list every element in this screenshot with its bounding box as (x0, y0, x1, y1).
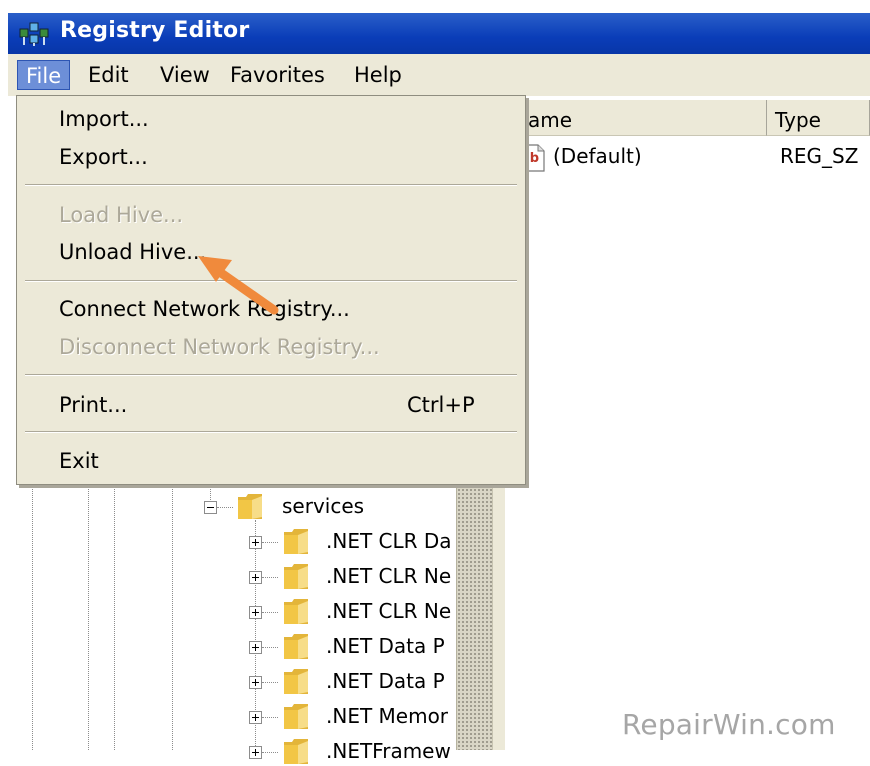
column-header-name[interactable]: Name (505, 100, 767, 136)
menu-item-import[interactable]: Import... (59, 104, 149, 134)
folder-icon (284, 739, 308, 764)
expand-plus-icon[interactable] (249, 711, 262, 724)
tree-item-label[interactable]: .NET Data P (326, 669, 445, 693)
menu-edit[interactable]: Edit (80, 60, 137, 90)
expand-plus-icon[interactable] (249, 676, 262, 689)
tree-guide-line (88, 480, 89, 750)
menu-item-print[interactable]: Print... (59, 390, 127, 420)
folder-icon (284, 704, 308, 729)
watermark: RepairWin.com (622, 708, 836, 741)
tree-scrollbar[interactable] (456, 480, 493, 750)
tree-connector (262, 542, 278, 543)
tree-item-label[interactable]: .NETFramew (326, 739, 451, 763)
menu-view[interactable]: View (152, 60, 218, 90)
menu-separator (25, 374, 517, 376)
expand-plus-icon[interactable] (249, 606, 262, 619)
menu-file[interactable]: File (17, 60, 71, 90)
orange-arrow-icon (198, 256, 279, 315)
folder-icon (284, 564, 308, 589)
menu-item-unload-hive[interactable]: Unload Hive... (59, 237, 206, 267)
menu-favorites[interactable]: Favorites (222, 60, 333, 90)
value-type[interactable]: REG_SZ (780, 144, 858, 168)
folder-icon (238, 494, 262, 519)
registry-editor-icon (19, 22, 49, 46)
tree-item-label[interactable]: .NET Memor (326, 704, 448, 728)
tree-guide-line (114, 480, 115, 750)
tree-item-label[interactable]: .NET CLR Ne (326, 564, 451, 588)
tree-item-label[interactable]: services (282, 494, 364, 518)
tree-item-label[interactable]: .NET CLR Da (326, 529, 452, 553)
tree-connector (262, 717, 278, 718)
print-shortcut: Ctrl+P (407, 393, 475, 417)
expand-plus-icon[interactable] (249, 571, 262, 584)
column-header-type-label: Type (775, 108, 821, 132)
tree-connector (262, 612, 278, 613)
tree-guide-line (172, 480, 173, 750)
tree-item-label[interactable]: .NET Data P (326, 634, 445, 658)
column-header-type[interactable]: Type (767, 100, 870, 136)
value-name[interactable]: (Default) (553, 144, 642, 168)
pane-splitter[interactable] (492, 480, 505, 750)
values-pane[interactable] (505, 96, 870, 750)
tree-item-label[interactable]: .NET CLR Ne (326, 599, 451, 623)
expand-plus-icon[interactable] (249, 536, 262, 549)
menu-item-exit[interactable]: Exit (59, 446, 99, 476)
menu-item-export[interactable]: Export... (59, 142, 148, 172)
expand-plus-icon[interactable] (249, 641, 262, 654)
menu-separator (25, 431, 517, 433)
menu-help[interactable]: Help (346, 60, 410, 90)
expand-plus-icon[interactable] (249, 746, 262, 759)
menu-item-load-hive: Load Hive... (59, 203, 184, 227)
collapse-minus-icon[interactable] (204, 501, 217, 514)
folder-icon (284, 669, 308, 694)
tree-connector (262, 752, 278, 753)
window-title: Registry Editor (60, 18, 250, 43)
menu-separator (25, 184, 517, 186)
window-titlebar[interactable]: Registry Editor (8, 13, 870, 54)
tree-connector (217, 507, 233, 508)
tree-connector (262, 577, 278, 578)
menu-item-disconnect-network-registry: Disconnect Network Registry... (59, 335, 380, 359)
menu-bar: File Edit View Favorites Help (8, 54, 870, 96)
tree-connector (262, 647, 278, 648)
folder-icon (284, 599, 308, 624)
folder-icon (284, 634, 308, 659)
tree-connector (262, 682, 278, 683)
folder-icon (284, 529, 308, 554)
